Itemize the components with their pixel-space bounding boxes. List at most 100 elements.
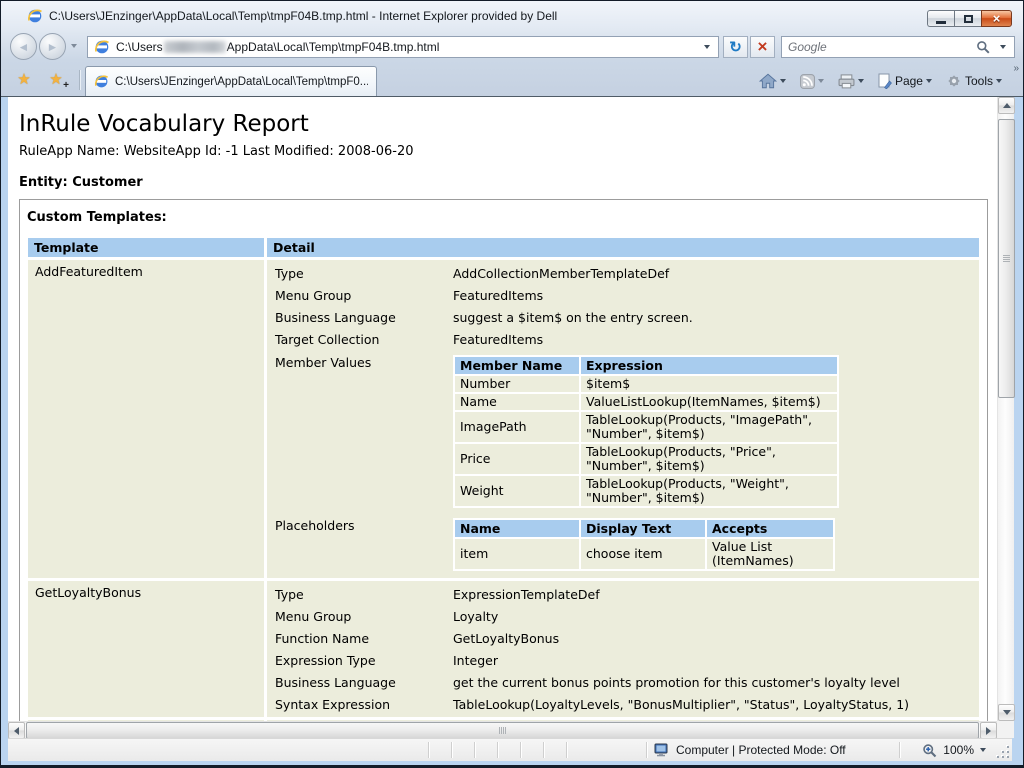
nested-cell: Price	[455, 444, 579, 474]
tab-separator	[79, 70, 80, 90]
refresh-button[interactable]: ↻	[723, 36, 748, 58]
back-button[interactable]: ◄	[10, 33, 37, 60]
custom-templates-table: Template Detail AddFeaturedItemTypeAddCo…	[25, 235, 982, 721]
zoom-magnifier-icon	[922, 743, 937, 758]
chevron-down-icon	[71, 44, 77, 48]
title-bar[interactable]: C:\Users\JEnzinger\AppData\Local\Temp\tm…	[1, 1, 1023, 31]
add-favorite-button[interactable]: ★ +	[41, 67, 71, 92]
home-button[interactable]	[752, 69, 793, 93]
zoom-control[interactable]: 100%	[922, 739, 986, 761]
chevron-down-icon[interactable]	[926, 79, 932, 83]
detail-table: TypeExpressionTemplateDefMenu GroupLoyal…	[271, 583, 975, 715]
search-dropdown-button[interactable]	[998, 41, 1008, 53]
page-menu-label: Page	[895, 74, 923, 88]
template-row: AddFeaturedItemTypeAddCollectionMemberTe…	[28, 260, 979, 578]
nested-cell: Weight	[455, 476, 579, 506]
nested-cell: TableLookup(Products, "Weight", "Number"…	[581, 476, 837, 506]
horizontal-scrollbar-thumb[interactable]	[26, 722, 979, 739]
search-placeholder: Google	[788, 40, 827, 54]
detail-value: NameDisplay TextAcceptsitemchoose itemVa…	[453, 513, 975, 576]
vocabulary-report: InRule Vocabulary Report RuleApp Name: W…	[8, 97, 997, 721]
maximize-button[interactable]	[954, 10, 981, 27]
close-button[interactable]: ×	[981, 10, 1012, 27]
template-detail-cell: TypeAddCollectionMemberTemplateDefMenu G…	[267, 260, 979, 578]
horizontal-scrollbar[interactable]	[8, 721, 997, 738]
resize-grip[interactable]	[997, 746, 1009, 758]
vertical-scrollbar-thumb[interactable]	[998, 119, 1015, 398]
tab-title: C:\Users\JEnzinger\AppData\Local\Temp\tm…	[115, 76, 368, 88]
window-title: C:\Users\JEnzinger\AppData\Local\Temp\tm…	[49, 9, 557, 23]
favorites-button[interactable]: ★	[9, 67, 39, 92]
address-bar[interactable]: C:\Users AppData\Local\Temp\tmpF04B.tmp.…	[87, 36, 719, 58]
stop-button[interactable]: ×	[750, 36, 775, 58]
maximize-icon	[964, 15, 973, 23]
detail-value: get the current bonus points promotion f…	[453, 671, 975, 693]
detail-value: GetLoyaltyBonus	[453, 627, 975, 649]
detail-label: Member Values	[271, 350, 453, 513]
nested-cell: ImagePath	[455, 412, 579, 442]
toolbar-overflow-chevron[interactable]: »	[1013, 63, 1019, 74]
print-button[interactable]	[831, 69, 871, 93]
scroll-down-button[interactable]	[998, 704, 1015, 721]
column-header-detail: Detail	[267, 238, 979, 257]
vertical-scrollbar[interactable]	[997, 97, 1014, 721]
scroll-up-button[interactable]	[998, 97, 1015, 114]
detail-label: Business Language	[271, 671, 453, 693]
nested-cell: Number	[455, 376, 579, 392]
scrollbar-grip	[1003, 255, 1010, 256]
nested-cell: Name	[455, 394, 579, 410]
stop-icon: ×	[758, 37, 768, 57]
status-bar: Computer | Protected Mode: Off 100%	[8, 738, 1012, 761]
chevron-down-icon	[1000, 45, 1006, 49]
nested-table: Member NameExpressionNumber$item$NameVal…	[453, 355, 839, 508]
chevron-down-icon[interactable]	[780, 79, 786, 83]
address-dropdown-button[interactable]	[702, 41, 712, 53]
nested-cell: $item$	[581, 376, 837, 392]
status-divider	[566, 742, 567, 758]
history-dropdown-button[interactable]	[71, 44, 77, 48]
detail-row: PlaceholdersNameDisplay TextAcceptsitemc…	[271, 513, 975, 576]
arrow-up-icon	[1003, 103, 1011, 108]
tools-menu-button[interactable]: Tools	[939, 69, 1009, 93]
window-frame-left	[1, 97, 8, 765]
chevron-down-icon[interactable]	[858, 79, 864, 83]
window-frame-bottom	[1, 761, 1023, 766]
template-name-cell: AddFeaturedItem	[28, 260, 264, 578]
detail-value: TableLookup(LoyaltyLevels, "BonusMultipl…	[453, 693, 975, 715]
home-icon	[759, 73, 777, 89]
custom-templates-section: Custom Templates: Template Detail AddFea…	[19, 199, 988, 721]
ie-window: C:\Users\JEnzinger\AppData\Local\Temp\tm…	[0, 0, 1024, 768]
status-divider	[520, 742, 521, 758]
page-menu-button[interactable]: Page	[871, 69, 939, 93]
detail-label: Type	[271, 262, 453, 284]
detail-value: ExpressionTemplateDef	[453, 583, 975, 605]
search-icon[interactable]	[976, 40, 990, 54]
forward-button[interactable]: ►	[39, 33, 66, 60]
minimize-button[interactable]	[927, 10, 954, 27]
feeds-button[interactable]	[793, 69, 831, 93]
chevron-down-icon[interactable]	[996, 79, 1002, 83]
tab-active[interactable]: C:\Users\JEnzinger\AppData\Local\Temp\tm…	[85, 66, 377, 96]
entity-heading: Entity: Customer	[19, 175, 988, 190]
chevron-down-icon[interactable]	[818, 79, 824, 83]
chevron-down-icon[interactable]	[980, 748, 986, 752]
ie-logo-icon	[27, 8, 43, 24]
tools-menu-label: Tools	[965, 74, 993, 88]
nested-row: NameValueListLookup(ItemNames, $item$)	[455, 394, 837, 410]
arrow-right-icon	[986, 727, 991, 735]
scroll-left-button[interactable]	[8, 722, 25, 739]
favorites-star-icon: ★	[49, 72, 62, 87]
arrow-left-icon	[14, 727, 19, 735]
detail-value: FeaturedItems	[453, 328, 975, 350]
tab-favicon-icon	[94, 74, 109, 89]
nested-cell: TableLookup(Products, "ImagePath", "Numb…	[581, 412, 837, 442]
search-box[interactable]: Google	[781, 36, 1015, 58]
scroll-right-button[interactable]	[980, 722, 997, 739]
nested-column-header: Accepts	[707, 520, 833, 537]
detail-row: Target CollectionFeaturedItems	[271, 328, 975, 350]
forward-arrow-icon: ►	[47, 40, 59, 54]
detail-row: Menu GroupFeaturedItems	[271, 284, 975, 306]
address-text: C:\Users AppData\Local\Temp\tmpF04B.tmp.…	[116, 40, 439, 54]
command-bar: Page Tools	[752, 69, 1009, 93]
scrollbar-grip	[499, 727, 500, 734]
